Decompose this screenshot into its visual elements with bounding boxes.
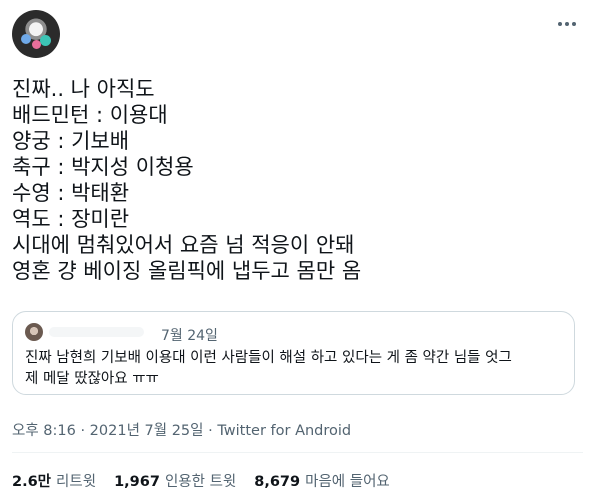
engagement-stats: 2.6만 리트윗 1,967 인용한 트윗 8,679 마음에 들어요 <box>12 470 390 491</box>
quoted-text: 진짜 남현희 기보배 이용대 이런 사람들이 해설 하고 있다는 게 좀 약간 … <box>25 348 565 390</box>
quotes-count: 1,967 <box>114 474 160 490</box>
tweet-line: 시대에 멈춰있어서 요즘 넘 적응이 안돼 <box>12 233 355 257</box>
retweets-label: 리트윗 <box>56 474 97 490</box>
quoted-text-line: 제 메달 땄잖아요 ㅠㅠ <box>25 371 159 387</box>
tweet-line: 영혼 걍 베이징 올림픽에 냅두고 몸만 옴 <box>12 259 362 283</box>
quoted-date[interactable]: 7월 24일 <box>161 325 218 345</box>
tweet-line: 배드민턴 : 이용대 <box>12 103 168 127</box>
tweet-line: 역도 : 장미란 <box>12 207 130 231</box>
tweet-text: 진짜.. 나 아직도 배드민턴 : 이용대 양궁 : 기보배 축구 : 박지성 … <box>12 76 582 284</box>
avatar-detail-icon <box>40 35 51 46</box>
tweet-line: 수영 : 박태환 <box>12 181 130 205</box>
profile-avatar[interactable] <box>12 10 60 58</box>
tweet-timestamp[interactable]: 오후 8:16 · 2021년 7월 25일 · Twitter for And… <box>12 419 351 440</box>
quoted-text-line: 진짜 남현희 기보배 이용대 이런 사람들이 해설 하고 있다는 게 좀 약간 … <box>25 350 512 366</box>
tweet-line: 축구 : 박지성 이청용 <box>12 155 194 179</box>
divider <box>12 452 583 453</box>
retweets-count: 2.6만 <box>12 474 52 490</box>
likes-count: 8,679 <box>254 474 301 490</box>
tweet-card: 진짜.. 나 아직도 배드민턴 : 이용대 양궁 : 기보배 축구 : 박지성 … <box>0 0 595 504</box>
avatar-detail-icon <box>32 40 41 49</box>
likes-label: 마음에 들어요 <box>305 474 390 490</box>
quoted-avatar[interactable] <box>25 323 43 341</box>
tweet-line: 양궁 : 기보배 <box>12 129 130 153</box>
quoted-author-name <box>49 327 144 337</box>
retweets-stat[interactable]: 2.6만 리트윗 <box>12 470 96 491</box>
quote-tweets-stat[interactable]: 1,967 인용한 트윗 <box>114 470 236 491</box>
avatar-detail-icon <box>21 34 31 44</box>
quotes-label: 인용한 트윗 <box>164 474 237 490</box>
likes-stat[interactable]: 8,679 마음에 들어요 <box>254 470 390 491</box>
quoted-tweet[interactable]: 7월 24일 진짜 남현희 기보배 이용대 이런 사람들이 해설 하고 있다는 … <box>12 311 575 395</box>
more-options-icon[interactable] <box>549 12 585 36</box>
tweet-line: 진짜.. 나 아직도 <box>12 77 155 101</box>
